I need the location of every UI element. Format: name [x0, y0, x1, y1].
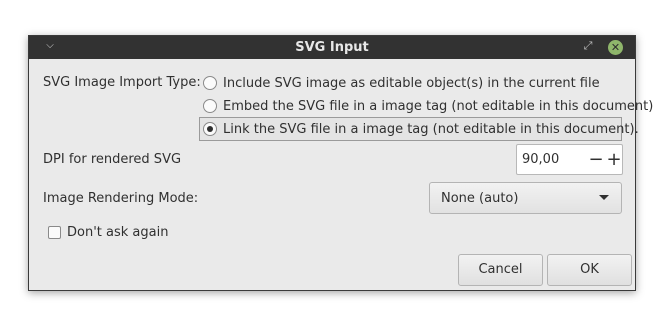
rendering-mode-select[interactable]: None (auto) — [429, 182, 622, 214]
dont-ask-row[interactable]: Don't ask again — [48, 222, 168, 242]
radio-label: Include SVG image as editable object(s) … — [223, 75, 600, 91]
dpi-value[interactable]: 90,00 — [522, 152, 559, 167]
dpi-spinbox[interactable]: 90,00 − + — [516, 144, 623, 175]
plus-icon[interactable]: + — [605, 148, 623, 172]
titlebar: ⌵ SVG Input ⤢ ✕ — [29, 36, 635, 59]
cancel-button[interactable]: Cancel — [458, 254, 543, 286]
radio-label: Embed the SVG file in a image tag (not e… — [223, 98, 654, 114]
rendering-mode-label: Image Rendering Mode: — [43, 191, 199, 206]
dropdown-arrow-icon — [599, 195, 609, 200]
radio-button[interactable] — [203, 76, 217, 90]
dont-ask-checkbox[interactable] — [48, 225, 61, 239]
close-icon[interactable]: ✕ — [608, 40, 623, 55]
rendering-mode-value: None (auto) — [441, 191, 519, 206]
import-type-label: SVG Image Import Type: — [43, 75, 201, 90]
dpi-label: DPI for rendered SVG — [43, 152, 182, 167]
radio-label: Link the SVG file in a image tag (not ed… — [223, 121, 639, 137]
radio-button-selected[interactable] — [203, 122, 217, 136]
ok-button[interactable]: OK — [547, 254, 632, 286]
radio-embed[interactable]: Embed the SVG file in a image tag (not e… — [203, 95, 653, 117]
radio-button[interactable] — [203, 99, 217, 113]
radio-link[interactable]: Link the SVG file in a image tag (not ed… — [199, 117, 639, 141]
minus-icon[interactable]: − — [587, 148, 605, 172]
window-title: SVG Input — [295, 40, 369, 55]
radio-include-editable[interactable]: Include SVG image as editable object(s) … — [203, 72, 600, 94]
restore-icon[interactable]: ⤢ — [582, 40, 594, 52]
svg-input-dialog: ⌵ SVG Input ⤢ ✕ SVG Image Import Type: I… — [28, 35, 653, 291]
dont-ask-label: Don't ask again — [67, 224, 169, 240]
